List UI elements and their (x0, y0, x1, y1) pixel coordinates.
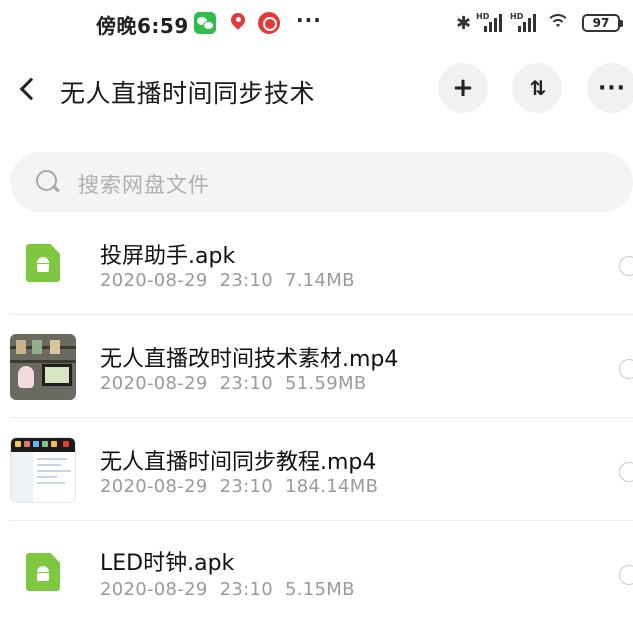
status-bar: 傍晚6:59 ··· ✱ HD HD 97 (0, 0, 633, 46)
search-input[interactable]: 搜索网盘文件 (10, 152, 633, 212)
more-notifications-icon: ··· (296, 8, 322, 32)
signal-strength-icon-1: HD (476, 12, 504, 34)
video-thumbnail (10, 334, 76, 400)
add-button[interactable]: + (438, 63, 488, 113)
file-name: 投屏助手.apk (100, 244, 236, 269)
file-name: 无人直播时间同步教程.mp4 (100, 450, 377, 475)
apk-file-icon (26, 244, 60, 282)
file-date: 2020-08-29 (100, 476, 208, 497)
list-item[interactable]: 无人直播时间同步教程.mp4 2020-08-29 23:10 184.14MB (0, 417, 633, 521)
hd-label: HD (476, 12, 490, 21)
file-size: 7.14MB (284, 270, 355, 291)
battery-icon: 97 (582, 14, 623, 32)
wechat-notification-icon (194, 12, 216, 34)
list-item[interactable]: 投屏助手.apk 2020-08-29 23:10 7.14MB (0, 212, 633, 315)
page-title: 无人直播时间同步技术 (60, 79, 316, 108)
status-time: 傍晚6:59 (96, 14, 189, 38)
select-checkbox[interactable] (619, 359, 633, 379)
signal-strength-icon-2: HD (510, 12, 538, 34)
select-checkbox[interactable] (619, 565, 633, 585)
file-date: 2020-08-29 (100, 579, 208, 600)
list-item[interactable]: LED时钟.apk 2020-08-29 23:10 5.15MB (0, 520, 633, 624)
file-time: 23:10 (219, 270, 273, 291)
select-checkbox[interactable] (619, 462, 633, 482)
file-meta: 2020-08-29 23:10 7.14MB (100, 270, 367, 291)
search-placeholder: 搜索网盘文件 (78, 173, 210, 197)
file-time: 23:10 (219, 579, 273, 600)
bluetooth-icon: ✱ (456, 13, 472, 34)
file-meta: 2020-08-29 23:10 51.59MB (100, 373, 379, 394)
file-time: 23:10 (219, 476, 273, 497)
location-pin-icon (228, 12, 248, 34)
file-date: 2020-08-29 (100, 270, 208, 291)
hd-label: HD (510, 12, 524, 21)
apk-file-icon (26, 553, 60, 591)
music-app-icon (258, 12, 280, 34)
file-size: 5.15MB (284, 579, 355, 600)
more-options-button[interactable]: ··· (587, 63, 633, 113)
file-date: 2020-08-29 (100, 373, 208, 394)
video-thumbnail (10, 437, 76, 503)
file-name: LED时钟.apk (100, 551, 235, 576)
file-meta: 2020-08-29 23:10 5.15MB (100, 579, 367, 600)
search-icon (36, 170, 60, 194)
file-time: 23:10 (219, 373, 273, 394)
file-size: 184.14MB (284, 476, 379, 497)
file-name: 无人直播改时间技术素材.mp4 (100, 347, 399, 372)
list-item[interactable]: 无人直播改时间技术素材.mp4 2020-08-29 23:10 51.59MB (0, 314, 633, 418)
header: 无人直播时间同步技术 + ⇅ ··· (0, 56, 633, 122)
back-arrow-icon[interactable] (14, 72, 42, 106)
sort-button[interactable]: ⇅ (512, 63, 562, 113)
select-checkbox[interactable] (619, 256, 633, 276)
file-size: 51.59MB (284, 373, 367, 394)
file-meta: 2020-08-29 23:10 184.14MB (100, 476, 390, 497)
wifi-icon (546, 12, 570, 32)
